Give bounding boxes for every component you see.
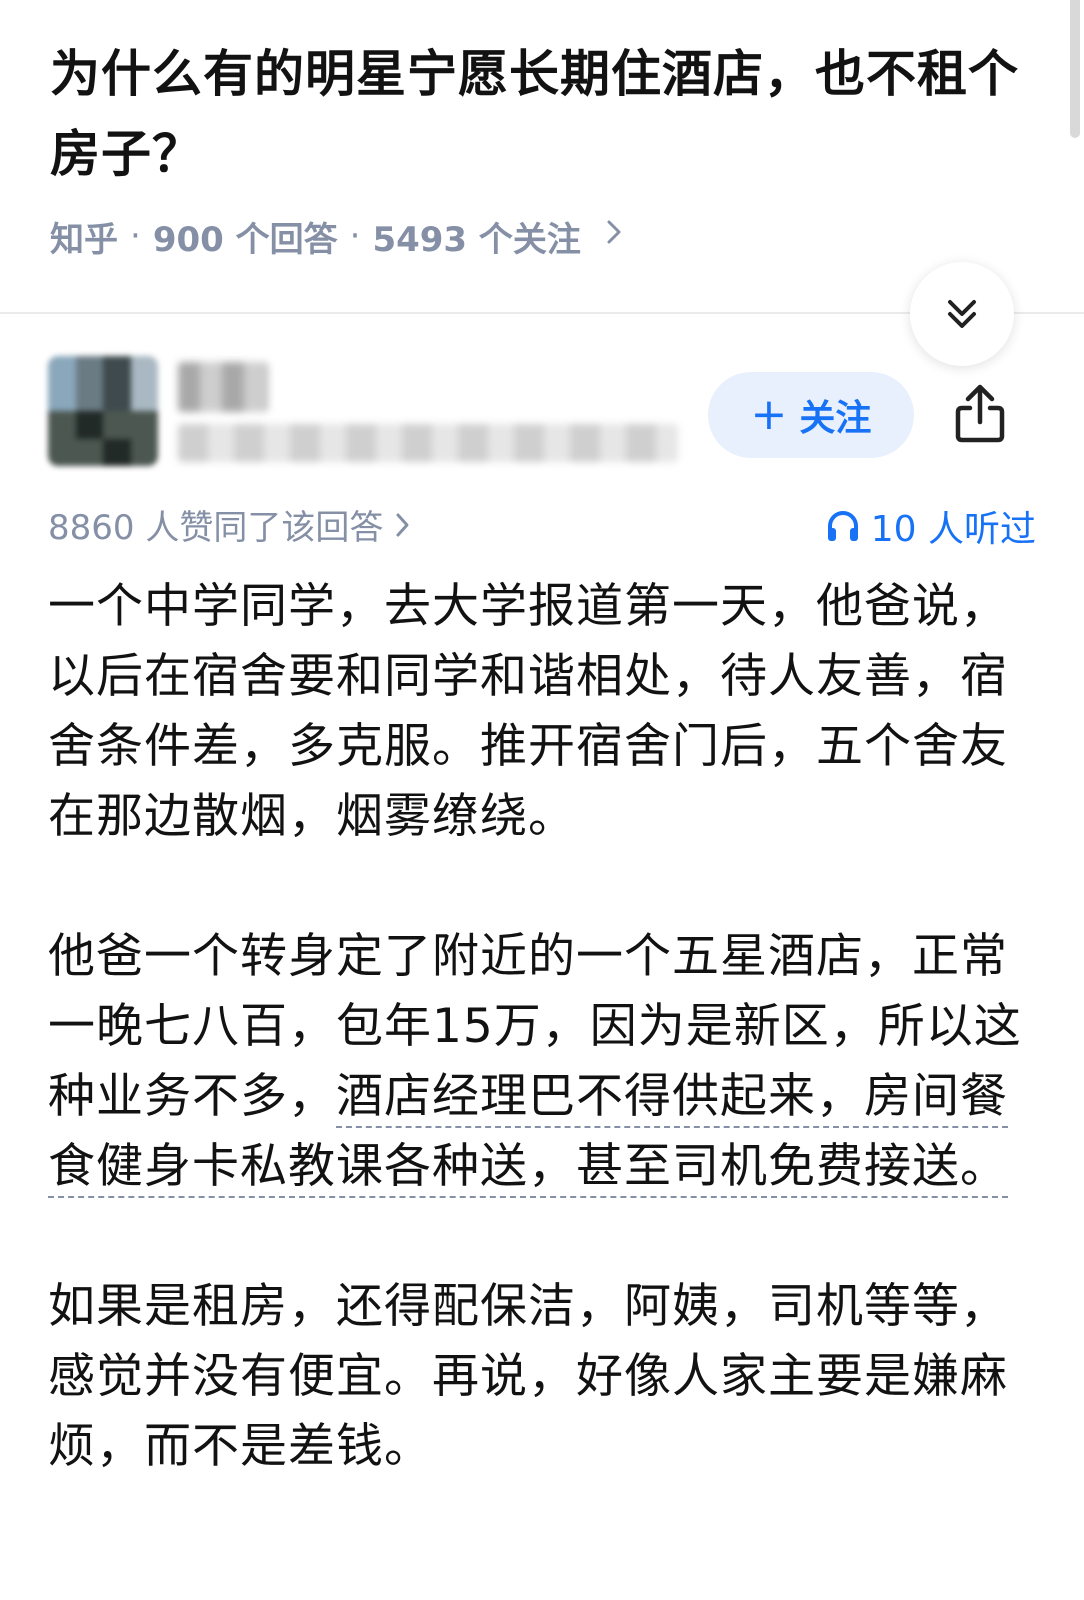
answer-content: 一个中学同学，去大学报道第一天，他爸说，以后在宿舍要和同学和谐相处，待人友善，宿… — [48, 572, 1028, 1552]
question-meta[interactable]: 知乎 · 900 个回答 · 5493 个关注 — [50, 210, 623, 262]
avatar[interactable] — [48, 356, 158, 466]
question-title[interactable]: 为什么有的明星宁愿长期住酒店，也不租个房子？ — [50, 34, 1030, 194]
author-bio-blurred — [178, 424, 678, 462]
author-name-blurred[interactable] — [178, 362, 268, 412]
listen-button[interactable]: 10 人听过 — [825, 500, 1036, 552]
separator-dot: · — [349, 216, 361, 256]
headphones-icon — [827, 511, 858, 541]
share-button[interactable] — [948, 380, 1012, 446]
follower-count: 5493 个关注 — [372, 219, 581, 260]
double-chevron-down-icon — [948, 300, 976, 328]
upvote-count[interactable]: 8860 人赞同了该回答 — [48, 500, 411, 549]
separator-dot: · — [130, 216, 141, 256]
answer-count: 900 个回答 — [152, 219, 338, 260]
paragraph-text: 如果是租房，还得配保洁，阿姨，司机等等，感觉并没有便宜。再说，好像人家主要是嫌麻… — [48, 1279, 1008, 1474]
paragraph-text: 一个中学同学，去大学报道第一天，他爸说，以后在宿舍要和同学和谐相处，待人友善，宿… — [48, 579, 1008, 844]
paragraph: 他爸一个转身定了附近的一个五星酒店，正常一晚七八百，包年15万，因为是新区，所以… — [48, 922, 1028, 1202]
follow-button[interactable]: + 关注 — [708, 372, 914, 458]
collapse-button[interactable] — [910, 262, 1014, 366]
scrollbar[interactable] — [1070, 0, 1080, 138]
upvote-text: 8860 人赞同了该回答 — [48, 508, 384, 548]
source-label: 知乎 — [50, 219, 118, 260]
share-icon — [955, 384, 1005, 443]
chevron-right-icon — [605, 216, 623, 256]
paragraph: 如果是租房，还得配保洁，阿姨，司机等等，感觉并没有便宜。再说，好像人家主要是嫌麻… — [48, 1272, 1028, 1482]
paragraph: 一个中学同学，去大学报道第一天，他爸说，以后在宿舍要和同学和谐相处，待人友善，宿… — [48, 572, 1028, 852]
follow-label: 关注 — [799, 398, 872, 439]
listen-text: 10 人听过 — [870, 509, 1036, 550]
plus-icon: + — [750, 389, 788, 440]
chevron-right-icon — [396, 513, 409, 536]
